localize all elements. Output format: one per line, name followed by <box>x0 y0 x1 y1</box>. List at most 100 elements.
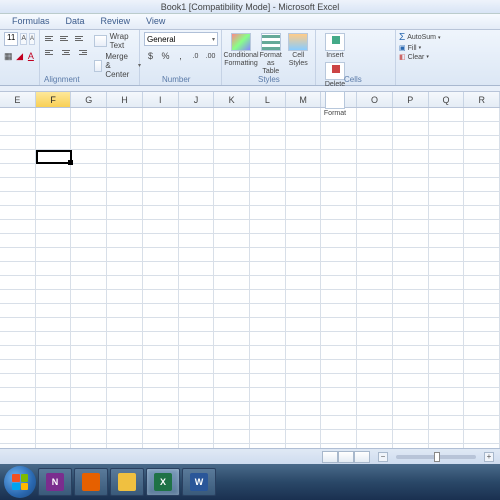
grid-cell[interactable] <box>0 360 36 373</box>
grid-cell[interactable] <box>321 122 357 135</box>
grid-cell[interactable] <box>393 290 429 303</box>
selected-cell[interactable] <box>36 150 72 164</box>
grid-cell[interactable] <box>393 276 429 289</box>
grid-cell[interactable] <box>107 234 143 247</box>
zoom-in-button[interactable]: + <box>484 452 494 462</box>
grid-cell[interactable] <box>250 276 286 289</box>
grid-cell[interactable] <box>214 192 250 205</box>
col-head-H[interactable]: H <box>107 92 143 107</box>
grid-cell[interactable] <box>214 220 250 233</box>
grid-cell[interactable] <box>0 248 36 261</box>
grid-cell[interactable] <box>214 402 250 415</box>
grid-cell[interactable] <box>357 290 393 303</box>
grid-cell[interactable] <box>464 332 500 345</box>
grid-cell[interactable] <box>464 374 500 387</box>
grid-cell[interactable] <box>107 220 143 233</box>
grid-cell[interactable] <box>179 262 215 275</box>
grid-cell[interactable] <box>464 388 500 401</box>
grid-cell[interactable] <box>286 220 322 233</box>
grid-cell[interactable] <box>36 122 72 135</box>
grid-cell[interactable] <box>214 108 250 121</box>
grid-cell[interactable] <box>321 192 357 205</box>
grid-cell[interactable] <box>179 374 215 387</box>
grid-cell[interactable] <box>321 430 357 443</box>
grid-cell[interactable] <box>143 416 179 429</box>
decrease-decimal-icon[interactable]: .00 <box>204 49 217 63</box>
grid-cell[interactable] <box>357 164 393 177</box>
grid-cell[interactable] <box>71 416 107 429</box>
menu-formulas[interactable]: Formulas <box>4 14 58 29</box>
grid-cell[interactable] <box>357 136 393 149</box>
grid-cell[interactable] <box>357 388 393 401</box>
grid-cell[interactable] <box>286 164 322 177</box>
grid-cell[interactable] <box>71 206 107 219</box>
grid-cell[interactable] <box>429 248 465 261</box>
grid-cell[interactable] <box>321 276 357 289</box>
grid-cell[interactable] <box>464 122 500 135</box>
grid-cell[interactable] <box>286 318 322 331</box>
grid-cell[interactable] <box>321 388 357 401</box>
grid-cell[interactable] <box>143 150 179 163</box>
grid-cell[interactable] <box>321 444 357 448</box>
grid-cell[interactable] <box>179 108 215 121</box>
grid-cell[interactable] <box>71 136 107 149</box>
grid-cell[interactable] <box>214 430 250 443</box>
cell-styles-button[interactable]: Cell Styles <box>286 33 312 82</box>
grid-cell[interactable] <box>214 346 250 359</box>
grid-cell[interactable] <box>321 332 357 345</box>
grid-cell[interactable] <box>464 192 500 205</box>
taskbar-firefox[interactable] <box>74 468 108 496</box>
grid-cell[interactable] <box>357 248 393 261</box>
grid-cell[interactable] <box>393 332 429 345</box>
grid-cell[interactable] <box>143 444 179 448</box>
menu-view[interactable]: View <box>138 14 173 29</box>
grid-cell[interactable] <box>0 290 36 303</box>
grid-cell[interactable] <box>429 360 465 373</box>
align-right-button[interactable] <box>74 46 88 58</box>
grid-cell[interactable] <box>107 150 143 163</box>
taskbar-excel[interactable]: X <box>146 468 180 496</box>
grid-cell[interactable] <box>36 388 72 401</box>
grid-cell[interactable] <box>143 360 179 373</box>
grid-cell[interactable] <box>143 290 179 303</box>
grid-cell[interactable] <box>393 136 429 149</box>
grid-cell[interactable] <box>286 248 322 261</box>
grid-cell[interactable] <box>0 192 36 205</box>
grid-cell[interactable] <box>464 150 500 163</box>
grid-cell[interactable] <box>429 346 465 359</box>
grid-cell[interactable] <box>464 206 500 219</box>
grid-cell[interactable] <box>71 108 107 121</box>
grid-cell[interactable] <box>464 276 500 289</box>
grid-cell[interactable] <box>143 276 179 289</box>
grid-cell[interactable] <box>179 234 215 247</box>
col-head-G[interactable]: G <box>71 92 107 107</box>
grid-cell[interactable] <box>0 346 36 359</box>
grid-cell[interactable] <box>250 290 286 303</box>
col-head-M[interactable]: M <box>286 92 322 107</box>
grid-cell[interactable] <box>214 150 250 163</box>
col-head-R[interactable]: R <box>464 92 500 107</box>
grid-cell[interactable] <box>429 206 465 219</box>
grid-cell[interactable] <box>179 178 215 191</box>
menu-data[interactable]: Data <box>58 14 93 29</box>
grid-cell[interactable] <box>464 178 500 191</box>
grid-cell[interactable] <box>321 150 357 163</box>
grid-cell[interactable] <box>250 178 286 191</box>
grid-cell[interactable] <box>429 318 465 331</box>
grid-cell[interactable] <box>429 164 465 177</box>
grid-cell[interactable] <box>286 388 322 401</box>
grid-cell[interactable] <box>286 374 322 387</box>
grid-cell[interactable] <box>107 178 143 191</box>
grid-cell[interactable] <box>250 318 286 331</box>
grid-cell[interactable] <box>393 108 429 121</box>
grid-cell[interactable] <box>250 136 286 149</box>
grid-cell[interactable] <box>321 346 357 359</box>
grid-cell[interactable] <box>286 346 322 359</box>
grid-cell[interactable] <box>464 248 500 261</box>
grid-cell[interactable] <box>107 332 143 345</box>
grid-cell[interactable] <box>393 220 429 233</box>
grid-cell[interactable] <box>321 318 357 331</box>
grid-cell[interactable] <box>321 108 357 121</box>
grid-cell[interactable] <box>179 388 215 401</box>
grid-cell[interactable] <box>357 206 393 219</box>
